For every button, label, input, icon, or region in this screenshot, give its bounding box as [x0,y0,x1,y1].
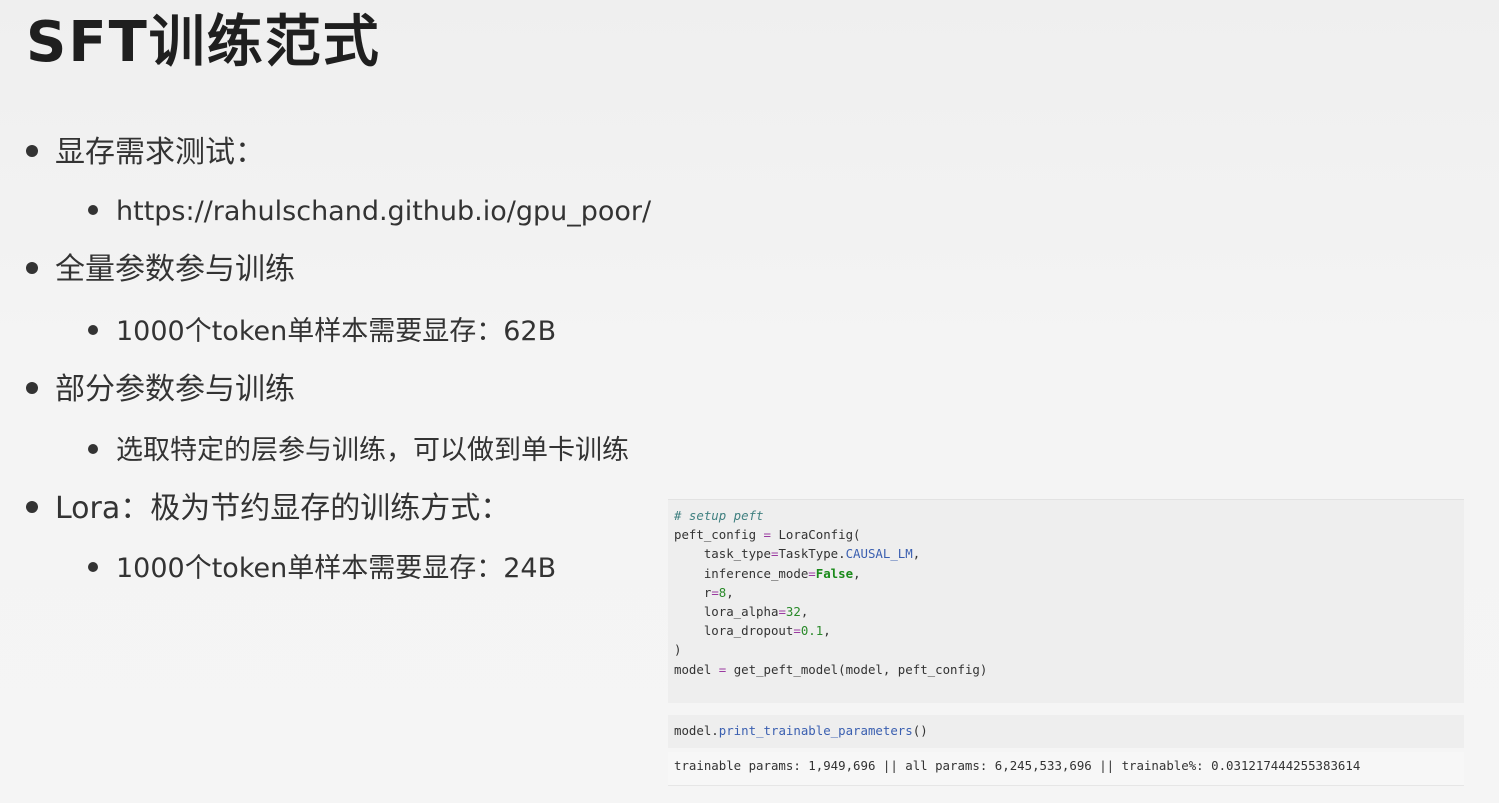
code-line: inference_mode=False, [674,564,1458,583]
sub-bullet-item: 选取特定的层参与训练，可以做到单卡训练 [88,431,629,471]
code-operator: = [711,584,719,600]
code-token: task_type [674,546,771,562]
code-operator: = [808,565,816,581]
slide: SFT训练范式 显存需求测试： https://rahulschand.gith… [0,0,1499,803]
code-output: trainable params: 1,949,696 || all param… [668,752,1464,786]
bullet-dot-icon [26,500,38,513]
code-cell: model.print_trainable_parameters() [668,715,1464,748]
bullet-text: 部分参数参与训练 [55,372,295,407]
code-line: # setup peft [674,506,1458,525]
bullet-dot-icon [88,204,98,215]
code-token: r [674,584,712,600]
code-token: () [912,723,928,738]
code-line: task_type=TaskType.CAUSAL_LM, [674,544,1458,563]
bullet-text: Lora：极为节约显存的训练方式： [55,491,511,526]
code-token: ) [674,642,682,658]
code-token: inference_mode [674,565,809,581]
code-attr: print_trainable_parameters [718,723,913,738]
code-cell: # setup peft peft_config = LoraConfig( t… [668,499,1464,703]
bullet-dot-icon [88,443,98,454]
code-token: lora_alpha [674,604,779,620]
code-keyword: False [815,565,854,581]
code-attr: CAUSAL_LM [845,546,913,562]
code-number: 0.1 [800,623,824,639]
bullet-text: 选取特定的层参与训练，可以做到单卡训练 [116,435,629,466]
code-token: model. [674,723,719,738]
bullet-text: 显存需求测试： [55,135,265,170]
code-token: TaskType. [778,546,846,562]
bullet-dot-icon [88,561,98,572]
code-operator: = [763,527,771,543]
sub-bullet-item: https://rahulschand.github.io/gpu_poor/ [88,192,651,232]
code-token: lora_dropout [674,623,794,639]
bullet-item: 部分参数参与训练 [26,370,295,410]
bullet-dot-icon [88,324,98,335]
code-token: LoraConfig( [771,527,861,543]
bullet-text: 全量参数参与训练 [55,252,295,287]
code-number: 32 [785,604,801,620]
code-line: model = get_peft_model(model, peft_confi… [674,660,1458,679]
code-token: , [823,623,831,639]
code-operator: = [778,604,786,620]
bullet-link-text[interactable]: https://rahulschand.github.io/gpu_poor/ [116,196,651,227]
code-operator: = [793,623,801,639]
sub-bullet-item: 1000个token单样本需要显存：24B [88,549,556,589]
code-line: lora_dropout=0.1, [674,621,1458,640]
bullet-item: 显存需求测试： [26,133,265,173]
code-token: peft_config [674,527,764,543]
code-line: model.print_trainable_parameters() [674,721,1458,740]
code-token: , [912,546,921,562]
code-comment: # setup peft [674,508,764,523]
code-token: , [726,584,734,600]
bullet-text: 1000个token单样本需要显存：24B [116,553,557,584]
bullet-dot-icon [26,144,38,157]
bullet-dot-icon [26,381,38,394]
code-token: model [674,661,719,677]
code-token: , [853,565,861,581]
code-line: ) [674,640,1458,659]
output-line: trainable params: 1,949,696 || all param… [674,758,1361,773]
bullet-item: Lora：极为节约显存的训练方式： [26,489,510,529]
code-line: lora_alpha=32, [674,602,1458,621]
bullet-item: 全量参数参与训练 [26,250,295,290]
code-token: get_peft_model(model, peft_config) [726,661,988,677]
bullet-dot-icon [26,261,38,274]
sub-bullet-item: 1000个token单样本需要显存：62B [88,312,556,352]
bullet-text: 1000个token单样本需要显存：62B [116,316,557,347]
page-title: SFT训练范式 [26,10,381,75]
code-line: r=8, [674,583,1458,602]
code-line: peft_config = LoraConfig( [674,525,1458,544]
code-token: , [800,604,809,620]
